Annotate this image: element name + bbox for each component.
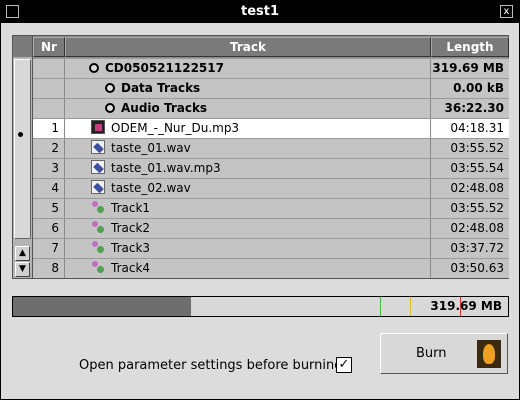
open-params-label: Open parameter settings before burning — [79, 358, 343, 373]
track-length: 03:55.52 — [450, 201, 504, 215]
burn-label: Burn — [416, 346, 447, 361]
expand-circle-icon[interactable] — [105, 103, 115, 113]
track-name: Audio Tracks — [121, 101, 208, 115]
cd-track-icon — [91, 240, 105, 254]
disc-usage-progress: 319.69 MB — [12, 296, 509, 317]
wav-file-icon — [91, 140, 105, 154]
track-name: taste_02.wav — [111, 181, 191, 195]
track-name: Data Tracks — [121, 81, 201, 95]
column-header-nr[interactable]: Nr — [33, 37, 65, 57]
track-cell: Track4 — [65, 259, 431, 278]
app-window: test1 x ▲ ▼ Nr Track Length CD0505211225… — [0, 0, 520, 400]
row-number: 1 — [33, 119, 65, 138]
track-cell: taste_02.wav — [65, 179, 431, 198]
wav-file-icon — [91, 160, 105, 174]
disc-root-row[interactable]: CD050521122517 319.69 MB — [33, 58, 509, 78]
table-row[interactable]: 4 taste_02.wav 02:48.08 — [33, 178, 509, 198]
track-cell: Data Tracks — [65, 79, 431, 98]
track-name: Track2 — [111, 221, 151, 235]
wav-file-icon — [91, 180, 105, 194]
scrollbar-thumb[interactable] — [14, 59, 31, 239]
track-cell: CD050521122517 — [65, 59, 431, 78]
mp3-file-icon — [91, 120, 105, 134]
expand-circle-icon[interactable] — [89, 63, 99, 73]
track-name: CD050521122517 — [105, 61, 224, 75]
table-row[interactable]: 1 ODEM_-_Nur_Du.mp3 04:18.31 — [33, 118, 509, 138]
scroll-down-button[interactable]: ▼ — [15, 262, 30, 277]
table-row[interactable]: 5 Track1 03:55.52 — [33, 198, 509, 218]
close-button[interactable]: x — [500, 5, 513, 18]
progress-label: 319.69 MB — [430, 299, 502, 313]
row-number: 6 — [33, 219, 65, 238]
row-number: 4 — [33, 179, 65, 198]
track-name: Track4 — [111, 261, 151, 275]
row-number: 7 — [33, 239, 65, 258]
track-length: 03:55.52 — [450, 141, 504, 155]
burn-button[interactable]: Burn — [380, 333, 508, 374]
track-name: taste_01.wav.mp3 — [111, 161, 221, 175]
row-number: 2 — [33, 139, 65, 158]
track-length: 02:48.08 — [450, 221, 504, 235]
progress-marker-yellow — [410, 297, 411, 316]
vertical-scrollbar[interactable]: ▲ ▼ — [13, 36, 33, 278]
row-number — [33, 99, 65, 118]
track-length: 02:48.08 — [450, 181, 504, 195]
flame-icon — [477, 340, 501, 368]
scrollbar-corner — [13, 36, 32, 57]
track-length: 03:37.72 — [450, 241, 504, 255]
track-length: 319.69 MB — [432, 61, 504, 75]
track-cell: taste_01.wav.mp3 — [65, 159, 431, 178]
open-params-checkbox[interactable]: ✓ — [336, 357, 352, 373]
track-cell: Track2 — [65, 219, 431, 238]
track-length: 03:55.54 — [450, 161, 504, 175]
track-length: 04:18.31 — [450, 121, 504, 135]
expand-circle-icon[interactable] — [105, 83, 115, 93]
progress-fill — [13, 297, 191, 316]
table-row[interactable]: 6 Track2 02:48.08 — [33, 218, 509, 238]
track-cell: taste_01.wav — [65, 139, 431, 158]
scroll-grip-icon — [18, 132, 23, 137]
cd-track-icon — [91, 200, 105, 214]
row-number — [33, 79, 65, 98]
track-length: 36:22.30 — [444, 101, 504, 115]
row-number: 5 — [33, 199, 65, 218]
progress-marker-green — [380, 297, 381, 316]
window-title: test1 — [240, 4, 280, 19]
track-name: Track1 — [111, 201, 151, 215]
track-table: ▲ ▼ Nr Track Length CD050521122517 319.69… — [12, 35, 509, 279]
cd-track-icon — [91, 220, 105, 234]
track-name: Track3 — [111, 241, 151, 255]
scroll-up-button[interactable]: ▲ — [15, 246, 30, 261]
track-cell: Audio Tracks — [65, 99, 431, 118]
track-length: 0.00 kB — [453, 81, 504, 95]
group-row[interactable]: Audio Tracks 36:22.30 — [33, 98, 509, 118]
row-number — [33, 59, 65, 78]
track-cell: Track3 — [65, 239, 431, 258]
track-cell: ODEM_-_Nur_Du.mp3 — [65, 119, 431, 138]
table-row[interactable]: 8 Track4 03:50.63 — [33, 258, 509, 278]
column-header-track[interactable]: Track — [65, 37, 431, 57]
table-row[interactable]: 2 taste_01.wav 03:55.52 — [33, 138, 509, 158]
track-name: taste_01.wav — [111, 141, 191, 155]
cd-track-icon — [91, 260, 105, 274]
row-number: 8 — [33, 259, 65, 278]
group-row[interactable]: Data Tracks 0.00 kB — [33, 78, 509, 98]
table-row[interactable]: 3 taste_01.wav.mp3 03:55.54 — [33, 158, 509, 178]
track-cell: Track1 — [65, 199, 431, 218]
track-length: 03:50.63 — [450, 261, 504, 275]
title-bar[interactable]: test1 x — [1, 1, 519, 23]
column-header-length[interactable]: Length — [431, 37, 509, 57]
track-name: ODEM_-_Nur_Du.mp3 — [111, 121, 240, 135]
row-number: 3 — [33, 159, 65, 178]
table-row[interactable]: 7 Track3 03:37.72 — [33, 238, 509, 258]
